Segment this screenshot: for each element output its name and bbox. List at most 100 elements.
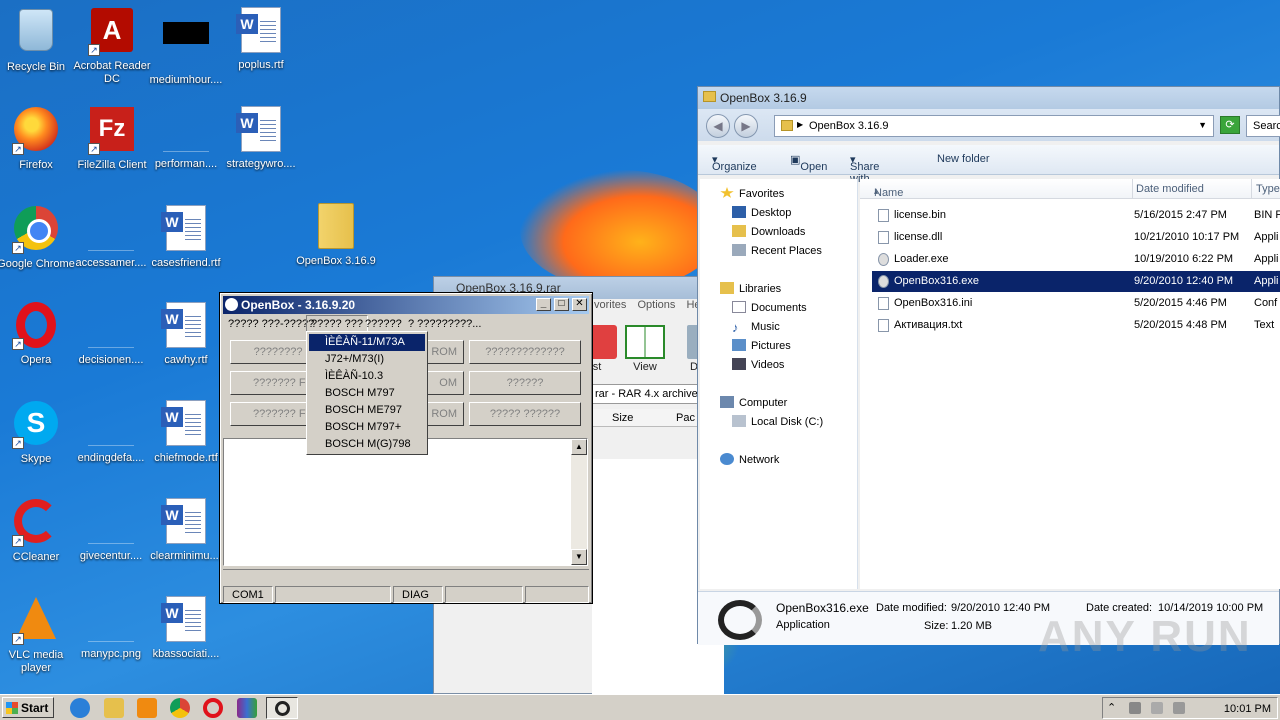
scroll-up-icon[interactable]: ▲ bbox=[571, 439, 587, 455]
nav-downloads[interactable]: Downloads bbox=[732, 225, 805, 238]
chrome-icon[interactable] bbox=[170, 698, 190, 718]
ecu-dropdown-menu[interactable]: ÌÈÊÀÑ-11/M73A J72+/M73(I) ÌÈÊÀÑ-10.3 BOS… bbox=[306, 331, 428, 455]
column-type[interactable]: Type bbox=[1256, 183, 1280, 195]
nav-recent-places[interactable]: Recent Places bbox=[732, 244, 822, 257]
desktop-icon-decisionen[interactable]: decisionen.... bbox=[70, 301, 152, 367]
desktop-icon-accessamer[interactable]: accessamer.... bbox=[70, 204, 152, 270]
file-row[interactable]: license.bin 5/16/2015 2:47 PM BIN F bbox=[872, 205, 1280, 226]
openbox-button-right-1[interactable]: ????????????? bbox=[469, 340, 581, 364]
desktop-icon-opera[interactable]: ↗ Opera bbox=[0, 301, 77, 367]
clock[interactable]: 10:01 PM bbox=[1224, 703, 1271, 715]
action-center-icon[interactable] bbox=[1173, 702, 1185, 714]
chevron-right-icon[interactable]: ▶ bbox=[797, 120, 803, 129]
network-icon[interactable] bbox=[1129, 702, 1141, 714]
maximize-button[interactable]: □ bbox=[554, 298, 569, 311]
openbox-menu-4[interactable]: ? ?????????... bbox=[404, 316, 485, 332]
opera-icon[interactable] bbox=[203, 698, 223, 718]
nav-favorites[interactable]: Favorites bbox=[720, 187, 784, 200]
file-icon bbox=[87, 596, 135, 644]
desktop-icon-label: endingdefa.... bbox=[77, 452, 145, 464]
organize-button[interactable]: Organize ▾ bbox=[712, 153, 757, 173]
menu-item-ecu-6[interactable]: BOSCH M797+ bbox=[309, 419, 425, 436]
scroll-down-icon[interactable]: ▼ bbox=[571, 549, 587, 565]
desktop-icon-filezilla[interactable]: Fz ↗ FileZilla Client bbox=[71, 105, 153, 172]
column-date-modified[interactable]: Date modified bbox=[1136, 183, 1204, 195]
menu-item-ecu-5[interactable]: BOSCH ME797 bbox=[309, 402, 425, 419]
openbox-log-area[interactable]: ▲ ▼ bbox=[223, 438, 588, 566]
desktop-icon-cawhy[interactable]: cawhy.rtf bbox=[145, 301, 227, 367]
file-list[interactable]: Name ▴ Date modified Type license.bin 5/1… bbox=[860, 179, 1280, 589]
nav-libraries[interactable]: Libraries bbox=[720, 282, 781, 295]
openbox-button-right-3[interactable]: ????? ?????? bbox=[469, 402, 581, 426]
desktop-icon-acrobat[interactable]: A ↗ Acrobat Reader DC bbox=[71, 6, 153, 86]
file-row[interactable]: Loader.exe 10/19/2010 6:22 PM Appli bbox=[872, 249, 1280, 270]
nav-documents[interactable]: Documents bbox=[732, 301, 807, 314]
menu-item-ecu-3[interactable]: ÌÈÊÀÑ-10.3 bbox=[309, 368, 425, 385]
close-button[interactable]: ✕ bbox=[572, 298, 587, 311]
winrar-icon[interactable] bbox=[237, 698, 257, 718]
share-with-button[interactable]: Share with ▾ bbox=[850, 153, 879, 185]
internet-explorer-icon[interactable] bbox=[70, 698, 90, 718]
desktop-icon-firefox[interactable]: ↗ Firefox bbox=[0, 105, 77, 172]
desktop-icon-recycle-bin[interactable]: Recycle Bin bbox=[0, 6, 77, 74]
back-icon[interactable]: ◀ bbox=[706, 114, 730, 138]
media-player-icon[interactable] bbox=[137, 698, 157, 718]
taskbar-openbox-button[interactable] bbox=[266, 697, 298, 719]
desktop-icon-performan[interactable]: performan.... bbox=[145, 105, 227, 171]
desktop-icon-poplus[interactable]: poplus.rtf bbox=[220, 6, 302, 72]
explorer-address-bar[interactable]: ▶ OpenBox 3.16.9 ▼ bbox=[774, 115, 1214, 137]
menu-item-ecu-2[interactable]: J72+/M73(I) bbox=[309, 351, 425, 368]
desktop-icon-manypc[interactable]: manypc.png bbox=[70, 595, 152, 661]
chevron-down-icon[interactable]: ▼ bbox=[1198, 120, 1207, 130]
nav-videos[interactable]: Videos bbox=[732, 358, 784, 371]
openbox-button-right-2[interactable]: ?????? bbox=[469, 371, 581, 395]
file-row[interactable]: license.dll 10/21/2010 10:17 PM Appli bbox=[872, 227, 1280, 248]
desktop-icon-clearminimu[interactable]: clearminimu.... bbox=[145, 497, 227, 563]
winrar-menu-options[interactable]: Options bbox=[637, 299, 675, 311]
desktop-icon-ccleaner[interactable]: ↗ CCleaner bbox=[0, 497, 77, 564]
log-scrollbar[interactable]: ▲ ▼ bbox=[571, 439, 587, 565]
desktop-icon-skype[interactable]: S ↗ Skype bbox=[0, 399, 77, 466]
file-row-selected[interactable]: OpenBox316.exe 9/20/2010 12:40 PM Appli bbox=[872, 271, 1280, 292]
explorer-window[interactable]: OpenBox 3.16.9 ◀ ▶ ▶ OpenBox 3.16.9 ▼ ⟳ … bbox=[697, 86, 1280, 645]
menu-item-ecu-1[interactable]: ÌÈÊÀÑ-11/M73A bbox=[309, 334, 425, 351]
nav-music[interactable]: ♪ Music bbox=[732, 320, 780, 335]
desktop-icon-openbox-folder[interactable]: OpenBox 3.16.9 bbox=[295, 202, 377, 268]
refresh-icon[interactable]: ⟳ bbox=[1220, 116, 1240, 134]
desktop-icon-kbassociati[interactable]: kbassociati.... bbox=[145, 595, 227, 661]
openbox-menu-3[interactable]: ?????? bbox=[361, 316, 406, 332]
forward-icon[interactable]: ▶ bbox=[734, 114, 758, 138]
desktop-icon-strategywro[interactable]: strategywro.... bbox=[220, 105, 302, 171]
desktop-icon-endingdefa[interactable]: endingdefa.... bbox=[70, 399, 152, 465]
nav-computer[interactable]: Computer bbox=[720, 396, 787, 409]
search-input[interactable]: Searc bbox=[1246, 115, 1280, 137]
menu-item-ecu-4[interactable]: BOSCH M797 bbox=[309, 385, 425, 402]
file-row[interactable]: Активация.txt 5/20/2015 4:48 PM Text bbox=[872, 315, 1280, 336]
nav-pictures[interactable]: Pictures bbox=[732, 339, 791, 352]
explorer-icon[interactable] bbox=[104, 698, 124, 718]
desktop-icon-chiefmode[interactable]: chiefmode.rtf bbox=[145, 399, 227, 465]
desktop-icon-mediumhour[interactable]: mediumhour.... bbox=[145, 6, 227, 87]
nav-local-disk[interactable]: Local Disk (C:) bbox=[732, 415, 823, 428]
desktop-icon-vlc[interactable]: ↗ VLC media player bbox=[0, 595, 77, 675]
openbox-titlebar[interactable]: OpenBox - 3.16.9.20 _ □ ✕ bbox=[223, 296, 589, 314]
nav-desktop[interactable]: Desktop bbox=[732, 206, 791, 219]
desktop-icon-chrome[interactable]: ↗ Google Chrome bbox=[0, 204, 77, 271]
winrar-col-packed[interactable]: Pac bbox=[676, 412, 695, 424]
file-row[interactable]: OpenBox316.ini 5/20/2015 4:46 PM Conf bbox=[872, 293, 1280, 314]
openbox-menu-1[interactable]: ????? ???-????? bbox=[224, 316, 318, 332]
desktop-icon-casesfriend[interactable]: casesfriend.rtf bbox=[145, 204, 227, 270]
minimize-button[interactable]: _ bbox=[536, 298, 551, 311]
open-button[interactable]: ▣ Open bbox=[790, 153, 827, 173]
start-button[interactable]: Start bbox=[2, 697, 54, 718]
explorer-titlebar[interactable]: OpenBox 3.16.9 bbox=[698, 87, 1279, 109]
nav-network[interactable]: Network bbox=[720, 453, 779, 466]
show-hidden-icons-icon[interactable]: ⌃ bbox=[1107, 701, 1116, 714]
desktop-icon-givecentur[interactable]: givecentur.... bbox=[70, 497, 152, 563]
new-folder-button[interactable]: New folder bbox=[937, 153, 990, 165]
winrar-col-size[interactable]: Size bbox=[612, 412, 633, 424]
menu-item-ecu-7[interactable]: BOSCH M(G)798 bbox=[309, 436, 425, 453]
volume-icon[interactable] bbox=[1151, 702, 1163, 714]
winrar-menu-favorites[interactable]: vorites bbox=[594, 299, 626, 311]
winrar-toolbar-view[interactable]: View bbox=[622, 325, 668, 373]
